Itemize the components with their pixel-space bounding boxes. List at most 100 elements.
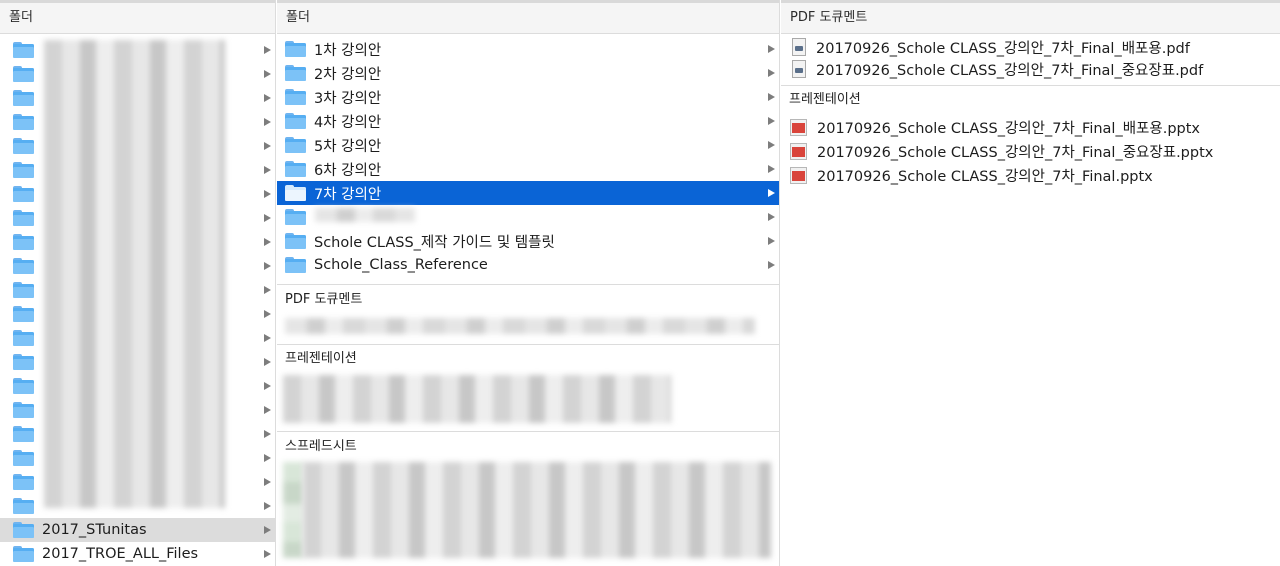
chevron-right-icon bbox=[768, 261, 775, 269]
chevron-right-icon bbox=[264, 70, 271, 78]
chevron-right-icon bbox=[264, 358, 271, 366]
folder-icon bbox=[13, 426, 34, 442]
redacted-region bbox=[315, 208, 415, 222]
folder-icon bbox=[13, 402, 34, 418]
folder-icon bbox=[285, 89, 306, 105]
folder-label: 2017_TROE_ALL_Files bbox=[42, 546, 199, 562]
folder-icon bbox=[285, 257, 306, 273]
chevron-right-icon bbox=[264, 118, 271, 126]
chevron-right-icon bbox=[768, 117, 775, 125]
chevron-right-icon bbox=[768, 141, 775, 149]
folder-row-selected[interactable]: 7차 강의안 bbox=[277, 181, 779, 205]
folder-icon bbox=[13, 162, 34, 178]
folder-icon bbox=[13, 474, 34, 490]
file-label: 20170926_Schole CLASS_강의안_7차_Final_배포용.p… bbox=[816, 40, 1190, 57]
folder-row[interactable]: Schole CLASS_제작 가이드 및 템플릿 bbox=[277, 229, 779, 253]
chevron-right-icon bbox=[768, 213, 775, 221]
chevron-right-icon bbox=[768, 93, 775, 101]
chevron-right-icon bbox=[264, 310, 271, 318]
folder-icon bbox=[13, 546, 34, 562]
chevron-right-icon bbox=[264, 526, 271, 534]
file-label: 20170926_Schole CLASS_강의안_7차_Final.pptx bbox=[817, 168, 1153, 185]
chevron-right-icon bbox=[264, 238, 271, 246]
pdf-icon bbox=[792, 38, 806, 56]
folder-label: 1차 강의안 bbox=[314, 42, 382, 59]
file-row-pdf[interactable]: 20170926_Schole CLASS_강의안_7차_Final_중요장표.… bbox=[781, 58, 1280, 80]
folder-row[interactable]: 2차 강의안 bbox=[277, 61, 779, 85]
file-row-pptx[interactable]: 20170926_Schole CLASS_강의안_7차_Final_배포용.p… bbox=[781, 115, 1280, 139]
file-row-pdf[interactable]: 20170926_Schole CLASS_강의안_7차_Final_배포용.p… bbox=[781, 36, 1280, 58]
folder-icon bbox=[285, 185, 306, 201]
folder-icon bbox=[13, 258, 34, 274]
folder-icon bbox=[285, 137, 306, 153]
folder-icon bbox=[13, 186, 34, 202]
chevron-right-icon bbox=[264, 94, 271, 102]
folder-icon bbox=[285, 161, 306, 177]
section-title-spreadsheet: 스프레드시트 bbox=[285, 439, 357, 454]
folder-row[interactable]: 6차 강의안 bbox=[277, 157, 779, 181]
file-label: 20170926_Schole CLASS_강의안_7차_Final_중요장표.… bbox=[816, 62, 1204, 79]
chevron-right-icon bbox=[264, 334, 271, 342]
chevron-right-icon bbox=[264, 214, 271, 222]
folder-list: 1차 강의안 2차 강의안 3차 강의안 4차 강의안 5차 강의안 6차 강의… bbox=[277, 37, 779, 277]
section-title-presentation: 프레젠테이션 bbox=[285, 351, 357, 366]
folder-icon bbox=[285, 209, 306, 225]
chevron-right-icon bbox=[264, 430, 271, 438]
folder-icon bbox=[13, 210, 34, 226]
preview-column[interactable]: PDF 도큐멘트 20170926_Schole CLASS_강의안_7차_Fi… bbox=[781, 0, 1280, 566]
folder-column-2[interactable]: 폴더 1차 강의안 2차 강의안 3차 강의안 4차 강의안 5차 강의안 6차… bbox=[277, 0, 780, 566]
folder-icon bbox=[13, 66, 34, 82]
folder-icon bbox=[13, 450, 34, 466]
folder-row[interactable]: 4차 강의안 bbox=[277, 109, 779, 133]
folder-icon bbox=[13, 90, 34, 106]
column-header: 폴더 bbox=[0, 0, 275, 34]
chevron-right-icon bbox=[264, 550, 271, 558]
chevron-right-icon bbox=[264, 406, 271, 414]
folder-label: 7차 강의안 bbox=[314, 186, 382, 203]
chevron-right-icon bbox=[264, 166, 271, 174]
folder-row[interactable]: Schole_Class_Reference bbox=[277, 253, 779, 277]
folder-row[interactable]: 5차 강의안 bbox=[277, 133, 779, 157]
folder-label: 3차 강의안 bbox=[314, 90, 382, 107]
chevron-right-icon bbox=[264, 454, 271, 462]
chevron-right-icon bbox=[768, 45, 775, 53]
folder-row-selected[interactable]: 2017_STunitas bbox=[0, 518, 275, 542]
folder-icon bbox=[13, 282, 34, 298]
folder-label: 4차 강의안 bbox=[314, 114, 382, 131]
file-label: 20170926_Schole CLASS_강의안_7차_Final_배포용.p… bbox=[817, 120, 1201, 137]
pptx-icon bbox=[790, 142, 807, 160]
chevron-right-icon bbox=[264, 46, 271, 54]
chevron-right-icon bbox=[768, 189, 775, 197]
chevron-right-icon bbox=[768, 165, 775, 173]
section-title-pdf: PDF 도큐멘트 bbox=[285, 292, 363, 307]
folder-label: Schole CLASS_제작 가이드 및 템플릿 bbox=[314, 234, 555, 251]
section-title-presentation: 프레젠테이션 bbox=[789, 92, 861, 107]
folder-label: 2017_STunitas bbox=[42, 522, 147, 538]
chevron-right-icon bbox=[264, 190, 271, 198]
redacted-region bbox=[283, 462, 303, 558]
chevron-right-icon bbox=[264, 262, 271, 270]
chevron-right-icon bbox=[264, 382, 271, 390]
folder-icon bbox=[13, 234, 34, 250]
chevron-right-icon bbox=[264, 502, 271, 510]
folder-label: Schole_Class_Reference bbox=[314, 257, 488, 273]
chevron-right-icon bbox=[264, 478, 271, 486]
chevron-right-icon bbox=[264, 286, 271, 294]
section-separator bbox=[277, 284, 779, 285]
file-label: 20170926_Schole CLASS_강의안_7차_Final_중요장표.… bbox=[817, 144, 1214, 161]
file-row-pptx[interactable]: 20170926_Schole CLASS_강의안_7차_Final.pptx bbox=[781, 163, 1280, 187]
folder-column-1[interactable]: 폴더 2017_STunitas 2017_TROE_ALL_Files bbox=[0, 0, 276, 566]
section-separator bbox=[277, 431, 779, 432]
folder-row[interactable]: 3차 강의안 bbox=[277, 85, 779, 109]
folder-icon bbox=[13, 42, 34, 58]
redacted-region bbox=[285, 318, 755, 334]
folder-icon bbox=[285, 65, 306, 81]
folder-icon bbox=[13, 330, 34, 346]
file-row-pptx[interactable]: 20170926_Schole CLASS_강의안_7차_Final_중요장표.… bbox=[781, 139, 1280, 163]
folder-row[interactable]: 1차 강의안 bbox=[277, 37, 779, 61]
folder-icon bbox=[285, 41, 306, 57]
folder-icon bbox=[13, 498, 34, 514]
pptx-icon bbox=[790, 118, 807, 136]
folder-icon bbox=[285, 113, 306, 129]
folder-row[interactable]: 2017_TROE_ALL_Files bbox=[0, 542, 275, 566]
